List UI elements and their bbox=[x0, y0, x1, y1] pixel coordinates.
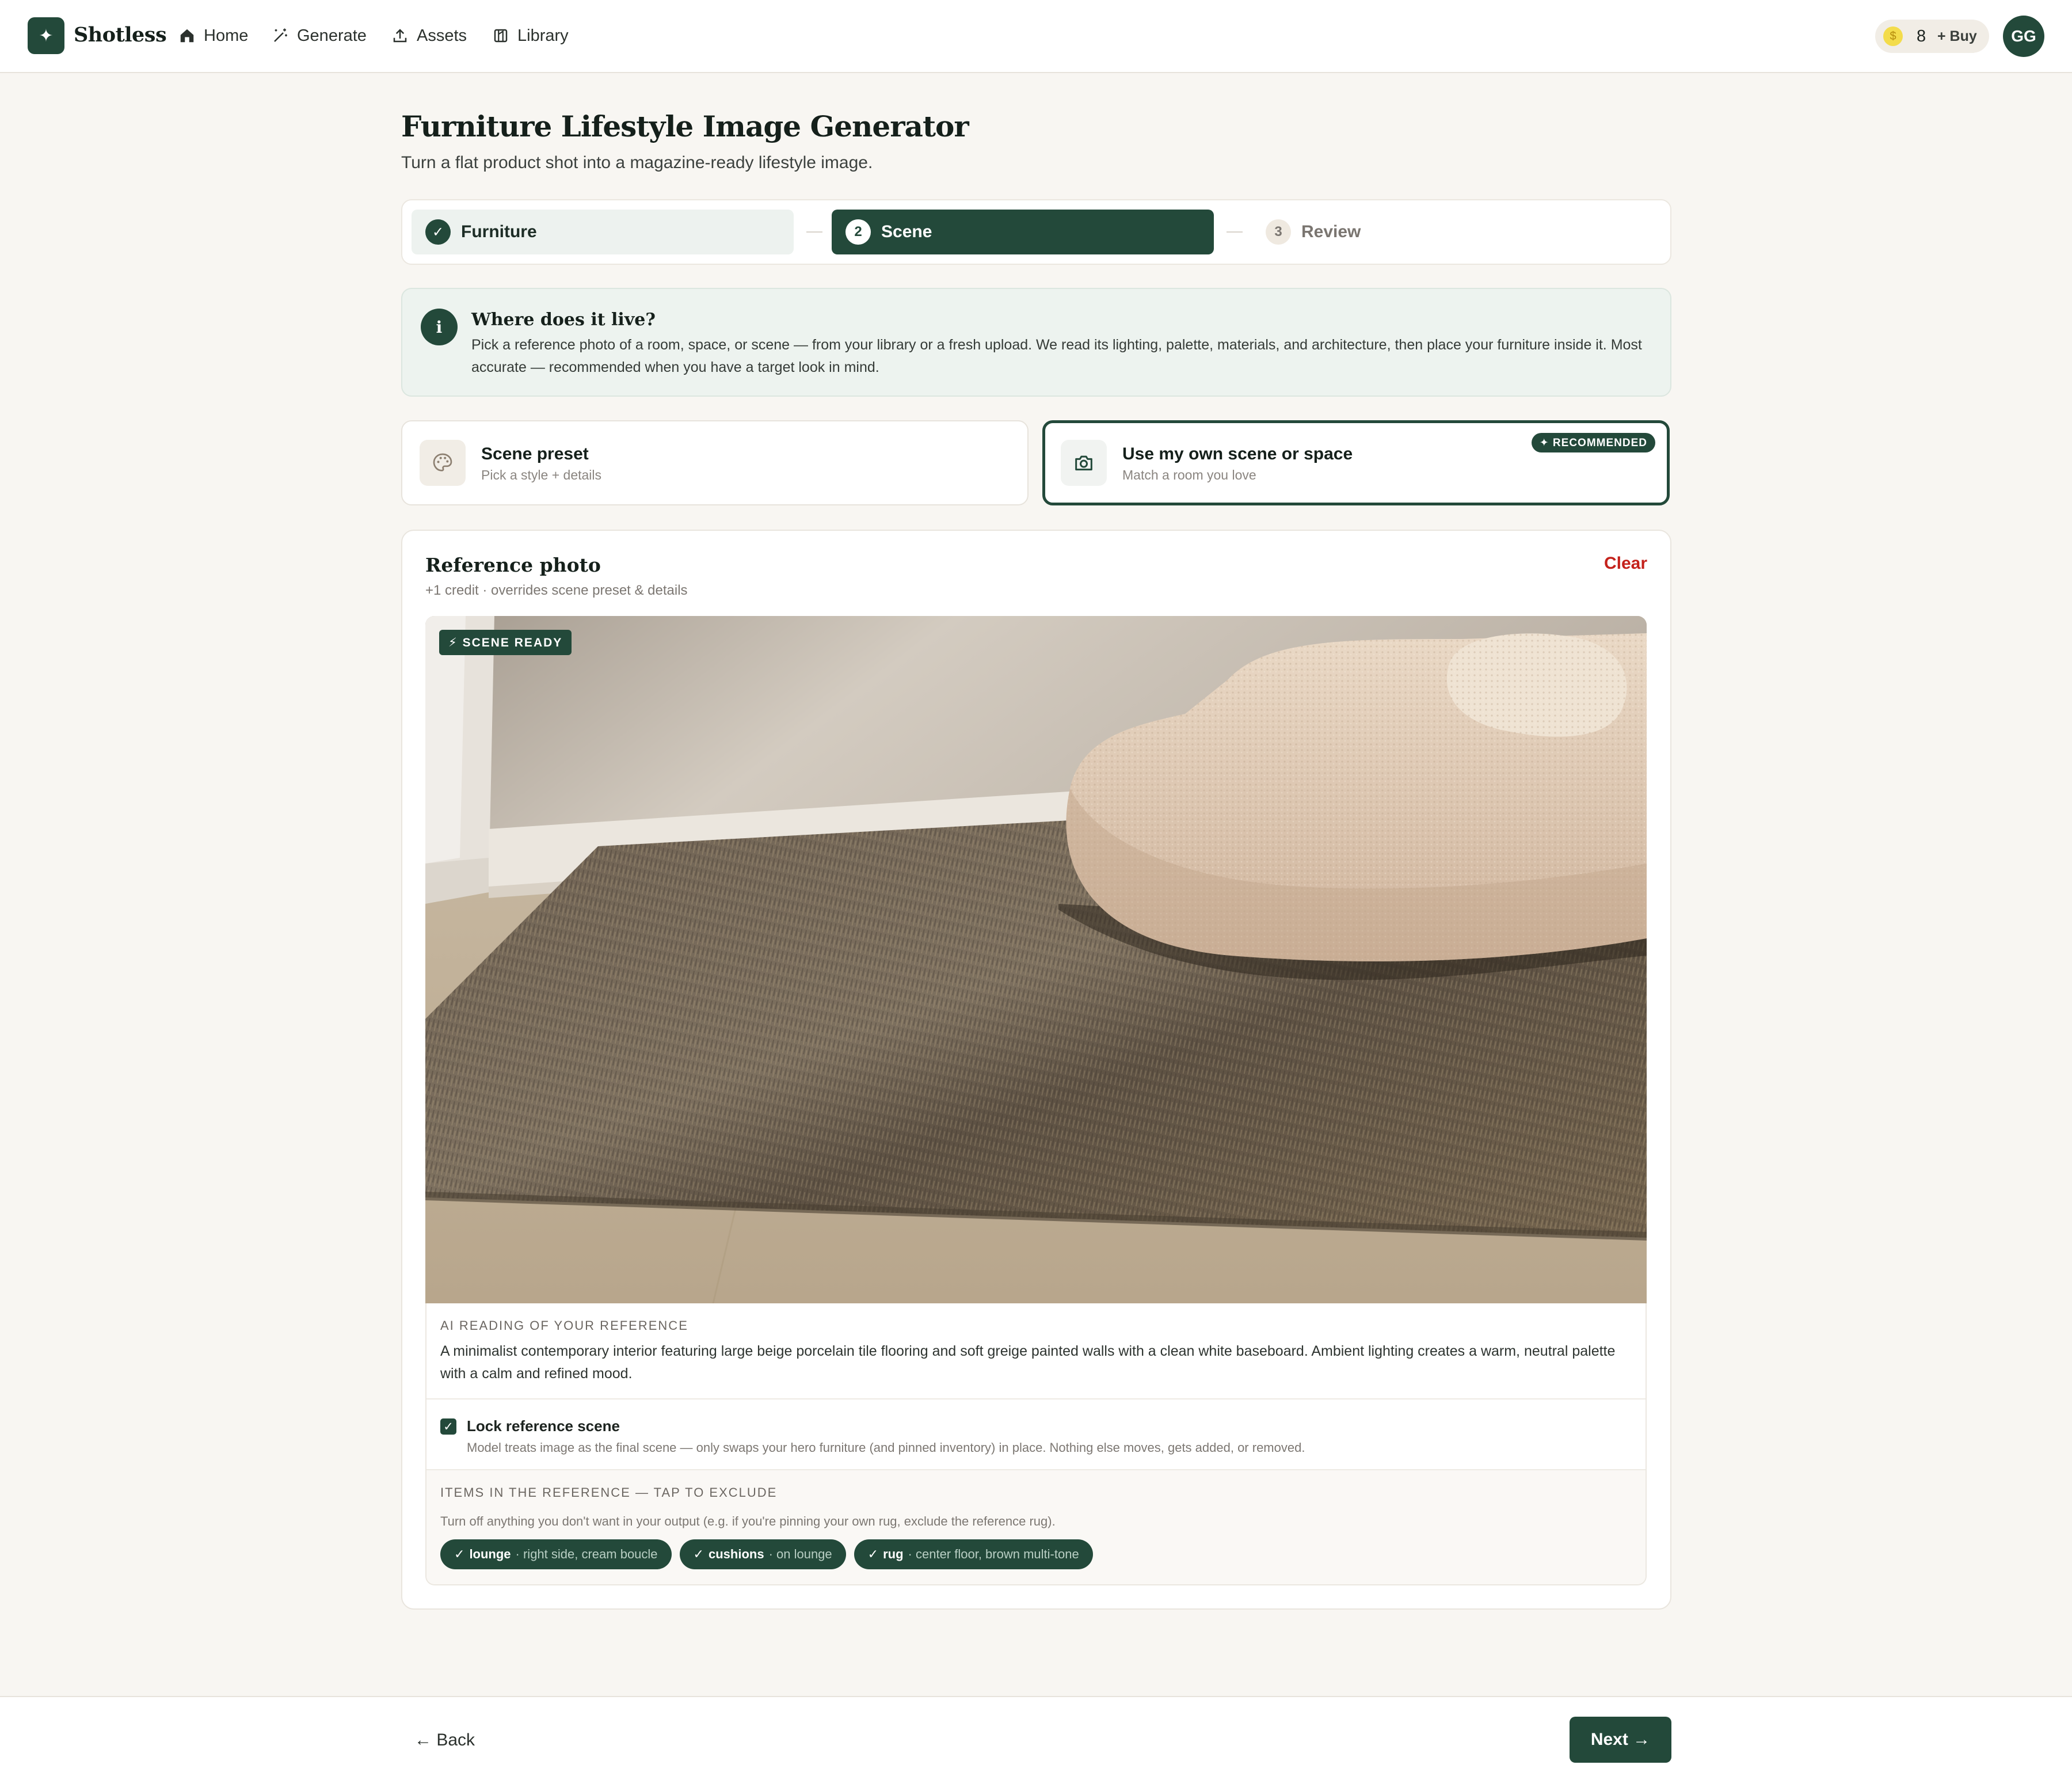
step-furniture[interactable]: ✓ Furniture bbox=[412, 210, 794, 254]
item-chip-cushions[interactable]: ✓ cushions · on lounge bbox=[679, 1539, 846, 1569]
chip-name: rug bbox=[883, 1547, 904, 1561]
step-review[interactable]: 3 Review bbox=[1252, 210, 1634, 254]
own-scene-card[interactable]: Use my own scene or space Match a room y… bbox=[1042, 420, 1670, 505]
item-chips: ✓ lounge · right side, cream boucle ✓ cu… bbox=[440, 1539, 1093, 1569]
credits-pill[interactable]: $ 8 + Buy bbox=[1875, 20, 1989, 53]
brand-name[interactable]: Shotless bbox=[74, 23, 167, 47]
divider bbox=[426, 1469, 1646, 1470]
check-icon: ✓ bbox=[454, 1547, 465, 1561]
page-subtitle: Turn a flat product shot into a magazine… bbox=[401, 153, 873, 172]
wand-icon bbox=[274, 28, 287, 42]
top-nav: ✦ Shotless Home Generate Assets Library … bbox=[0, 0, 2072, 73]
chip-detail: · right side, cream boucle bbox=[515, 1547, 658, 1561]
scene-preset-card[interactable]: Scene preset Pick a style + details bbox=[401, 420, 1029, 505]
chip-detail: · center floor, brown multi-tone bbox=[908, 1547, 1079, 1561]
stepper: ✓ Furniture 2 Scene 3 Review bbox=[401, 199, 1671, 265]
ai-reading-label: AI READING OF YOUR REFERENCE bbox=[440, 1318, 688, 1333]
library-icon bbox=[494, 29, 508, 43]
check-icon: ✓ bbox=[867, 1547, 879, 1561]
reference-subtitle: +1 credit · overrides scene preset & det… bbox=[425, 583, 688, 598]
lock-scene-description: Model treats image as the final scene — … bbox=[467, 1440, 1305, 1455]
reference-panel: Reference photo +1 credit · overrides sc… bbox=[401, 530, 1671, 1610]
upload-icon bbox=[393, 29, 407, 43]
step-number: 3 bbox=[1266, 219, 1291, 245]
step-label: Review bbox=[1301, 222, 1361, 241]
footer-bar: ← Back Next → bbox=[0, 1696, 2072, 1780]
scene-ready-badge: ⚡ SCENE READY bbox=[439, 630, 572, 655]
info-icon: i bbox=[421, 309, 458, 345]
home-icon bbox=[180, 29, 194, 43]
next-button[interactable]: Next → bbox=[1570, 1717, 1671, 1763]
chip-name: lounge bbox=[469, 1547, 511, 1561]
nav-assets[interactable]: Assets bbox=[391, 24, 467, 47]
step-divider bbox=[806, 231, 822, 233]
nav-home[interactable]: Home bbox=[178, 24, 248, 47]
items-label: ITEMS IN THE REFERENCE — TAP TO EXCLUDE bbox=[440, 1485, 778, 1500]
lock-scene-label[interactable]: Lock reference scene bbox=[467, 1417, 620, 1435]
chip-name: cushions bbox=[708, 1547, 764, 1561]
item-chip-rug[interactable]: ✓ rug · center floor, brown multi-tone bbox=[854, 1539, 1093, 1569]
reference-photo-illustration bbox=[425, 616, 1647, 1303]
clear-button[interactable]: Clear bbox=[1604, 554, 1647, 573]
nav-library-label: Library bbox=[517, 26, 569, 45]
reference-title: Reference photo bbox=[425, 554, 601, 576]
step-complete-check-icon: ✓ bbox=[425, 219, 451, 245]
step-label: Scene bbox=[881, 222, 932, 241]
camera-icon bbox=[1061, 440, 1107, 486]
avatar[interactable]: GG bbox=[2003, 16, 2044, 57]
step-scene[interactable]: 2 Scene bbox=[832, 210, 1214, 254]
check-icon: ✓ bbox=[693, 1547, 704, 1561]
scene-preset-subtitle: Pick a style + details bbox=[481, 467, 602, 482]
lock-scene-checkbox[interactable]: ✓ bbox=[440, 1418, 456, 1435]
nav-generate[interactable]: Generate bbox=[272, 24, 367, 47]
step-number: 2 bbox=[845, 219, 871, 245]
own-scene-title: Use my own scene or space bbox=[1122, 444, 1353, 463]
page-title: Furniture Lifestyle Image Generator bbox=[401, 109, 969, 143]
chip-detail: · on lounge bbox=[768, 1547, 832, 1561]
palette-icon bbox=[420, 440, 466, 486]
divider bbox=[426, 1398, 1646, 1399]
nav-home-label: Home bbox=[204, 26, 249, 45]
credits-count: 8 bbox=[1917, 27, 1926, 45]
step-label: Furniture bbox=[461, 222, 537, 241]
recommended-badge: ✦ RECOMMENDED bbox=[1531, 433, 1655, 452]
coin-icon: $ bbox=[1883, 26, 1903, 46]
buy-credits-button[interactable]: + Buy bbox=[1937, 28, 1977, 45]
reference-photo: ⚡ SCENE READY bbox=[425, 616, 1647, 1303]
item-chip-lounge[interactable]: ✓ lounge · right side, cream boucle bbox=[440, 1539, 672, 1569]
info-body: Pick a reference photo of a room, space,… bbox=[471, 337, 1642, 375]
nav-assets-label: Assets bbox=[417, 26, 467, 45]
items-description: Turn off anything you don't want in your… bbox=[440, 1514, 1056, 1528]
step-divider bbox=[1227, 231, 1243, 233]
info-title: Where does it live? bbox=[471, 310, 656, 330]
scene-preset-title: Scene preset bbox=[481, 444, 589, 463]
own-scene-subtitle: Match a room you love bbox=[1122, 467, 1256, 482]
nav-library[interactable]: Library bbox=[492, 24, 569, 47]
back-button[interactable]: ← Back bbox=[414, 1730, 475, 1750]
ai-reading-text: A minimalist contemporary interior featu… bbox=[440, 1343, 1616, 1382]
nav-generate-label: Generate bbox=[297, 26, 367, 45]
logo-icon[interactable]: ✦ bbox=[28, 17, 64, 54]
reference-details: AI READING OF YOUR REFERENCE A minimalis… bbox=[425, 1303, 1647, 1585]
info-callout: i Where does it live? Pick a reference p… bbox=[401, 288, 1671, 397]
